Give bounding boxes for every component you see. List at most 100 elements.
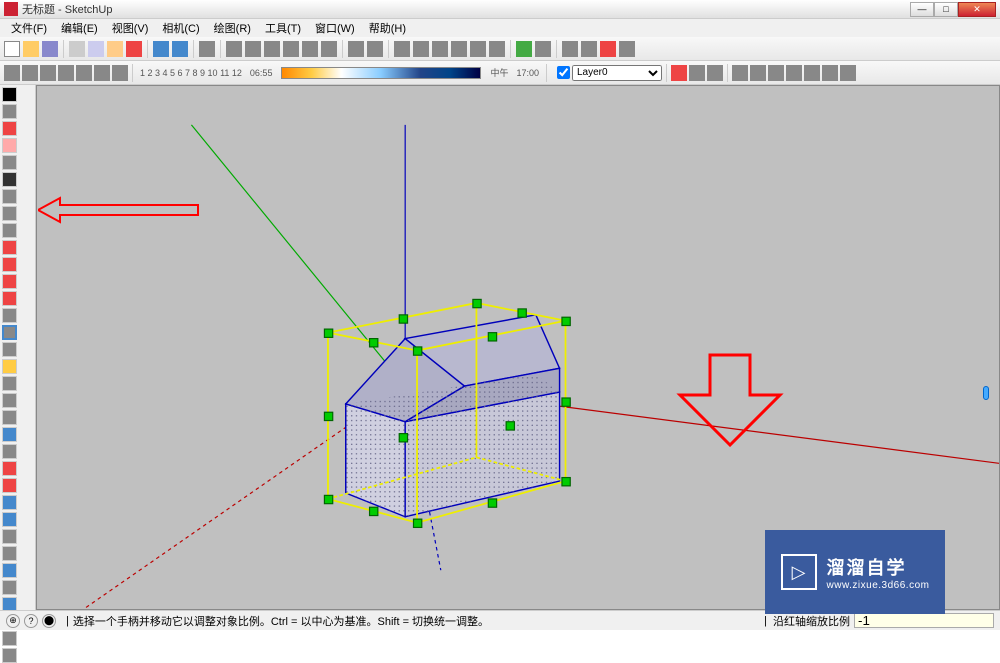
outliner-tool[interactable] — [2, 631, 17, 646]
iso-icon[interactable] — [394, 41, 410, 57]
guides-icon[interactable] — [750, 65, 766, 81]
close-button[interactable]: ✕ — [958, 2, 996, 17]
right-icon[interactable] — [451, 41, 467, 57]
section-display-icon[interactable] — [689, 65, 705, 81]
endpoints-icon[interactable] — [840, 65, 856, 81]
look-around-tool[interactable] — [2, 580, 17, 595]
style6-icon[interactable] — [94, 65, 110, 81]
plugin2-icon[interactable] — [535, 41, 551, 57]
menu-file[interactable]: 文件(F) — [4, 20, 54, 36]
menu-draw[interactable]: 绘图(R) — [207, 20, 258, 36]
zoom-extents-tool[interactable] — [2, 529, 17, 544]
polygon-tool[interactable] — [2, 223, 17, 238]
edges-icon[interactable] — [804, 65, 820, 81]
move-tool[interactable] — [2, 257, 17, 272]
rotate-tool[interactable] — [2, 291, 17, 306]
layer-select[interactable]: Layer0 — [572, 65, 662, 81]
style5-icon[interactable] — [76, 65, 92, 81]
text-tool[interactable] — [2, 410, 17, 425]
pushpull-tool[interactable] — [2, 274, 17, 289]
undo-icon[interactable] — [153, 41, 169, 57]
menu-edit[interactable]: 编辑(E) — [54, 20, 105, 36]
horizon-slider[interactable] — [983, 386, 989, 400]
dimension-tool[interactable] — [2, 376, 17, 391]
protractor-tool[interactable] — [2, 393, 17, 408]
scale-tool[interactable] — [2, 325, 17, 340]
arc-tool[interactable] — [2, 206, 17, 221]
tape-tool[interactable] — [2, 359, 17, 374]
eraser-tool[interactable] — [2, 138, 17, 153]
fog-icon[interactable] — [786, 65, 802, 81]
top-icon[interactable] — [413, 41, 429, 57]
circle-tool[interactable] — [2, 189, 17, 204]
select-tool[interactable] — [2, 87, 17, 102]
position-camera-tool[interactable] — [2, 563, 17, 578]
redo-icon[interactable] — [172, 41, 188, 57]
backedges-icon[interactable] — [367, 41, 383, 57]
freehand-tool[interactable] — [2, 240, 17, 255]
shadow-time-slider[interactable] — [281, 67, 481, 79]
zoom-tool[interactable] — [2, 495, 17, 510]
style7-icon[interactable] — [112, 65, 128, 81]
delete-icon[interactable] — [126, 41, 142, 57]
cut-icon[interactable] — [69, 41, 85, 57]
line-tool[interactable] — [2, 172, 17, 187]
watermark-logo-icon: ▷ — [781, 554, 817, 590]
hidden-line-icon[interactable] — [264, 41, 280, 57]
extension-icon[interactable] — [600, 41, 616, 57]
menu-camera[interactable]: 相机(C) — [155, 20, 206, 36]
xray-icon[interactable] — [348, 41, 364, 57]
component-tool[interactable] — [2, 104, 17, 119]
geolocation-icon[interactable]: ⊕ — [6, 614, 20, 628]
offset-tool[interactable] — [2, 342, 17, 357]
plugin1-icon[interactable] — [516, 41, 532, 57]
monochrome-icon[interactable] — [321, 41, 337, 57]
menu-tools[interactable]: 工具(T) — [258, 20, 308, 36]
style3-icon[interactable] — [40, 65, 56, 81]
profiles-icon[interactable] — [822, 65, 838, 81]
model-icon[interactable] — [226, 41, 242, 57]
section-cut-icon[interactable] — [707, 65, 723, 81]
watermark-title: 溜溜自学 — [827, 554, 930, 580]
print-icon[interactable] — [199, 41, 215, 57]
components-icon[interactable] — [581, 41, 597, 57]
wireframe-icon[interactable] — [245, 41, 261, 57]
shaded-icon[interactable] — [283, 41, 299, 57]
style4-icon[interactable] — [58, 65, 74, 81]
menu-window[interactable]: 窗口(W) — [308, 20, 362, 36]
new-icon[interactable] — [4, 41, 20, 57]
rectangle-tool[interactable] — [2, 155, 17, 170]
pan-tool[interactable] — [2, 478, 17, 493]
left-icon[interactable] — [489, 41, 505, 57]
maximize-button[interactable]: □ — [934, 2, 958, 17]
orbit-tool[interactable] — [2, 461, 17, 476]
menu-help[interactable]: 帮助(H) — [362, 20, 413, 36]
open-icon[interactable] — [23, 41, 39, 57]
materials-tool[interactable] — [2, 648, 17, 663]
followme-tool[interactable] — [2, 308, 17, 323]
axes-tool[interactable] — [2, 427, 17, 442]
help-icon[interactable]: ⬤ — [42, 614, 56, 628]
style1-icon[interactable] — [4, 65, 20, 81]
credits-icon[interactable]: ? — [24, 614, 38, 628]
paste-icon[interactable] — [107, 41, 123, 57]
warehouse-icon[interactable] — [562, 41, 578, 57]
zoom-window-tool[interactable] — [2, 512, 17, 527]
measurements-input[interactable] — [854, 613, 994, 628]
shadows-icon[interactable] — [768, 65, 784, 81]
layer-visible-checkbox[interactable] — [557, 66, 570, 79]
copy-icon[interactable] — [88, 41, 104, 57]
front-icon[interactable] — [432, 41, 448, 57]
section-icon[interactable] — [671, 65, 687, 81]
minimize-button[interactable]: — — [910, 2, 934, 17]
save-icon[interactable] — [42, 41, 58, 57]
paint-tool[interactable] — [2, 121, 17, 136]
back-icon[interactable] — [470, 41, 486, 57]
menu-view[interactable]: 视图(V) — [105, 20, 156, 36]
axes-icon[interactable] — [732, 65, 748, 81]
style2-icon[interactable] — [22, 65, 38, 81]
textured-icon[interactable] — [302, 41, 318, 57]
3dtext-tool[interactable] — [2, 444, 17, 459]
previous-view-tool[interactable] — [2, 546, 17, 561]
share-icon[interactable] — [619, 41, 635, 57]
